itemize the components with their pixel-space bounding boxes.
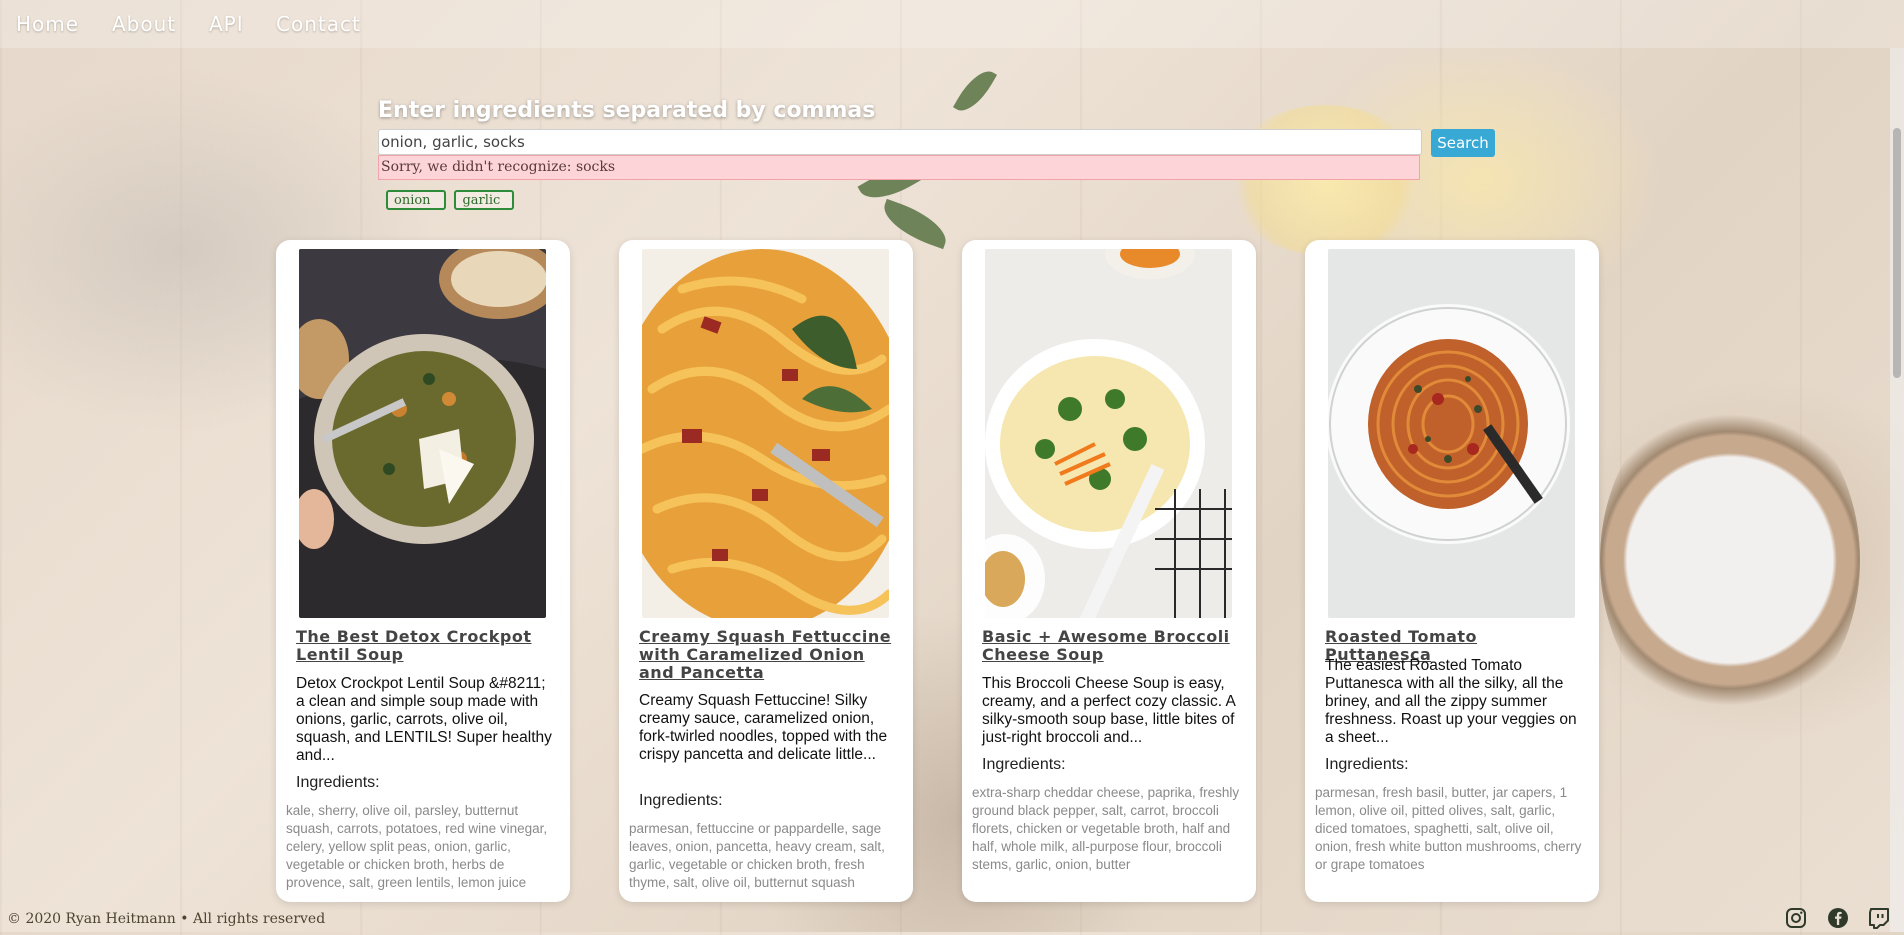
twitch-icon[interactable] bbox=[1867, 906, 1891, 930]
recipe-image-lentil-soup[interactable] bbox=[299, 249, 546, 618]
nav-contact-link[interactable]: Contact bbox=[276, 12, 361, 36]
ingredients-input[interactable] bbox=[378, 129, 1422, 155]
recipe-card: Basic + Awesome Broccoli Cheese Soup Thi… bbox=[962, 240, 1256, 902]
unrecognized-ingredient-error: Sorry, we didn't recognize: socks bbox=[378, 155, 1420, 180]
recipe-image-broccoli-soup[interactable] bbox=[985, 249, 1232, 618]
ingredients-label: Ingredients: bbox=[1325, 756, 1409, 773]
recipe-description: Detox Crockpot Lentil Soup &#8211; a cle… bbox=[296, 675, 552, 764]
nav-home-link[interactable]: Home bbox=[16, 12, 79, 36]
recipe-card: Creamy Squash Fettuccine with Caramelize… bbox=[619, 240, 913, 902]
ingredients-prompt: Enter ingredients separated by commas bbox=[378, 98, 876, 123]
ingredients-label: Ingredients: bbox=[982, 756, 1066, 773]
recipe-title-link[interactable]: The Best Detox Crockpot Lentil Soup bbox=[296, 628, 558, 664]
recipe-image-tomato-puttanesca[interactable] bbox=[1328, 249, 1575, 618]
page-scrollbar[interactable] bbox=[1890, 48, 1904, 932]
recipe-description: Creamy Squash Fettuccine! Silky creamy s… bbox=[639, 692, 888, 763]
recipe-ingredients: extra-sharp cheddar cheese, paprika, fre… bbox=[972, 785, 1240, 872]
recipe-ingredients: parmesan, fresh basil, butter, jar caper… bbox=[1315, 785, 1582, 872]
ingredient-chip-garlic[interactable]: garlic bbox=[454, 190, 515, 210]
ingredients-label: Ingredients: bbox=[639, 792, 723, 809]
recipe-description: This Broccoli Cheese Soup is easy, cream… bbox=[982, 675, 1235, 746]
nav-about-link[interactable]: About bbox=[112, 12, 176, 36]
recipe-title-link[interactable]: Basic + Awesome Broccoli Cheese Soup bbox=[982, 628, 1244, 664]
search-button[interactable]: Search bbox=[1431, 129, 1495, 157]
recipe-description: The easiest Roasted Tomato Puttanesca wi… bbox=[1325, 657, 1577, 746]
decorative-lemon bbox=[1225, 105, 1425, 255]
recipe-card: The Best Detox Crockpot Lentil Soup Deto… bbox=[276, 240, 570, 902]
ingredient-chips: onion garlic bbox=[386, 190, 518, 210]
recipe-ingredients: kale, sherry, olive oil, parsley, butter… bbox=[286, 803, 548, 890]
recipe-image-squash-fettuccine[interactable] bbox=[642, 249, 889, 618]
ingredients-label: Ingredients: bbox=[296, 774, 380, 791]
decorative-salt-bowl bbox=[1600, 390, 1860, 730]
recipe-title-link[interactable]: Creamy Squash Fettuccine with Caramelize… bbox=[639, 628, 901, 682]
facebook-icon[interactable] bbox=[1826, 906, 1850, 930]
instagram-icon[interactable] bbox=[1784, 906, 1808, 930]
scrollbar-thumb[interactable] bbox=[1893, 128, 1901, 378]
decorative-leaf bbox=[952, 63, 998, 119]
ingredient-chip-onion[interactable]: onion bbox=[386, 190, 446, 210]
top-navbar: Home About API Contact bbox=[0, 0, 1904, 48]
recipe-ingredients: parmesan, fettuccine or pappardelle, sag… bbox=[629, 821, 885, 890]
recipe-card: Roasted Tomato Puttanesca The easiest Ro… bbox=[1305, 240, 1599, 902]
footer-copyright: © 2020 Ryan Heitmann • All rights reserv… bbox=[7, 911, 326, 927]
nav-api-link[interactable]: API bbox=[209, 12, 244, 36]
